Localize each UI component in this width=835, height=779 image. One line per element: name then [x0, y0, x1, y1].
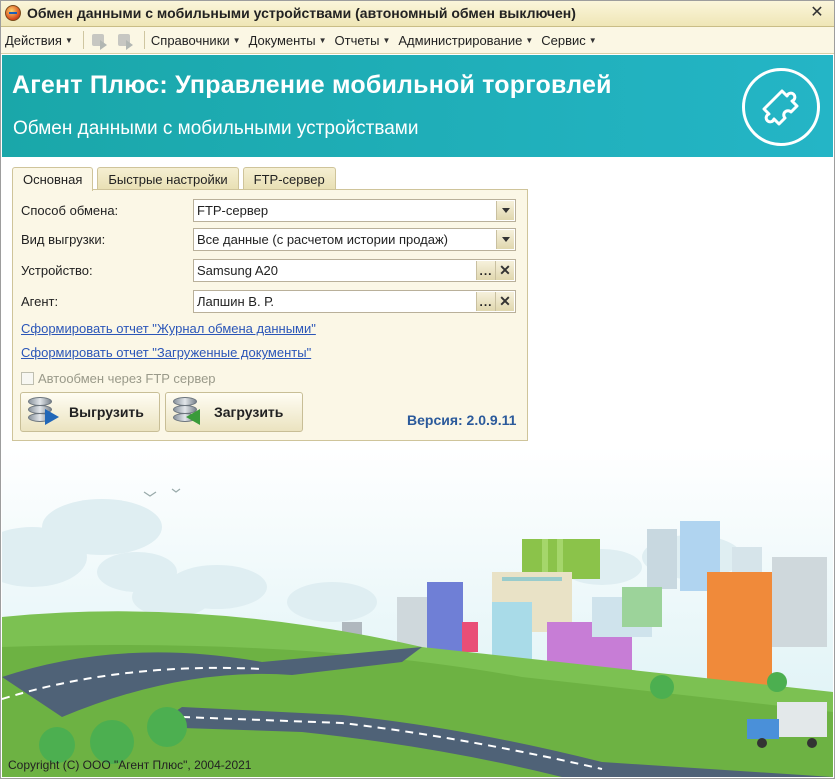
menu-service-label: Сервис: [541, 32, 586, 48]
caret-down-icon: ▼: [232, 35, 241, 45]
menu-documents[interactable]: Документы ▼: [249, 33, 327, 48]
agent-field[interactable]: Лапшин В. Р. ... ✕: [193, 290, 516, 313]
download-toolbar-icon[interactable]: [116, 31, 136, 50]
caret-down-icon: ▼: [382, 35, 391, 45]
loaded-docs-report-link[interactable]: Сформировать отчет "Загруженные документ…: [21, 345, 311, 360]
menu-actions-label: Действия: [5, 32, 62, 48]
menu-reports[interactable]: Отчеты ▼: [335, 33, 391, 48]
upload-toolbar-icon[interactable]: [90, 31, 110, 50]
database-download-icon: [170, 395, 208, 429]
exchange-method-label: Способ обмена:: [21, 203, 119, 218]
menu-actions[interactable]: Действия ▼: [5, 33, 73, 48]
export-button-label: Выгрузить: [69, 404, 144, 420]
select-ellipsis-icon[interactable]: ...: [476, 261, 495, 280]
menu-documents-label: Документы: [248, 32, 316, 48]
export-type-label: Вид выгрузки:: [21, 232, 106, 247]
export-button[interactable]: Выгрузить: [20, 392, 160, 432]
export-type-select[interactable]: Все данные (с расчетом истории продаж): [193, 228, 516, 251]
menu-bar: Действия ▼ Справочники ▼ Документы ▼ Отчеты…: [0, 27, 835, 54]
dropdown-arrow-icon[interactable]: [496, 201, 514, 220]
tab-main[interactable]: Основная: [12, 167, 94, 191]
close-icon[interactable]: ✕: [807, 3, 827, 23]
device-label: Устройство:: [21, 263, 93, 278]
device-value: Samsung A20: [197, 263, 278, 278]
puzzle-icon: [742, 68, 820, 146]
select-ellipsis-icon[interactable]: ...: [476, 292, 495, 311]
menu-separator: [82, 31, 84, 49]
clear-icon[interactable]: ✕: [495, 261, 514, 280]
menu-service[interactable]: Сервис ▼: [541, 33, 596, 48]
caret-down-icon: ▼: [64, 35, 73, 45]
auto-exchange-checkbox-row[interactable]: Автообмен через FTP сервер: [21, 371, 216, 386]
database-upload-icon: [25, 395, 63, 429]
exchange-method-row: Способ обмена: FTP-сервер: [21, 199, 516, 222]
device-field[interactable]: Samsung A20 ... ✕: [193, 259, 516, 282]
window-title: Обмен данными с мобильными устройствами …: [27, 5, 576, 21]
journal-report-link[interactable]: Сформировать отчет "Журнал обмена данным…: [21, 321, 316, 336]
title-bar: Обмен данными с мобильными устройствами …: [0, 0, 835, 27]
main-tab-panel: Способ обмена: FTP-сервер Вид выгрузки: …: [12, 189, 528, 441]
agent-row: Агент: Лапшин В. Р. ... ✕: [21, 290, 516, 313]
caret-down-icon: ▼: [525, 35, 534, 45]
import-button[interactable]: Загрузить: [165, 392, 303, 432]
menu-administration[interactable]: Администрирование ▼: [398, 33, 533, 48]
import-button-label: Загрузить: [214, 404, 284, 420]
menu-references-label: Справочники: [150, 32, 230, 48]
exchange-method-select[interactable]: FTP-сервер: [193, 199, 516, 222]
tab-strip: Основная Быстрые настройки FTP-сервер: [12, 167, 340, 191]
auto-exchange-checkbox[interactable]: [21, 372, 34, 385]
tab-ftp-server[interactable]: FTP-сервер: [242, 167, 336, 190]
copyright-text: Copyright (C) ООО "Агент Плюс", 2004-202…: [8, 758, 252, 772]
banner-title: Агент Плюс: Управление мобильной торговл…: [12, 71, 612, 99]
caret-down-icon: ▼: [318, 35, 327, 45]
menu-references[interactable]: Справочники ▼: [151, 33, 241, 48]
header-banner: Агент Плюс: Управление мобильной торговл…: [2, 55, 833, 157]
app-icon: [5, 5, 21, 21]
auto-exchange-label: Автообмен через FTP сервер: [38, 371, 216, 386]
menu-administration-label: Администрирование: [398, 32, 523, 48]
agent-value: Лапшин В. Р.: [197, 294, 275, 309]
export-type-value: Все данные (с расчетом истории продаж): [197, 232, 449, 247]
menu-reports-label: Отчеты: [334, 32, 380, 48]
export-type-row: Вид выгрузки: Все данные (с расчетом ист…: [21, 228, 516, 251]
tab-quick-settings[interactable]: Быстрые настройки: [97, 167, 239, 190]
caret-down-icon: ▼: [588, 35, 597, 45]
menu-separator: [143, 31, 145, 49]
device-row: Устройство: Samsung A20 ... ✕: [21, 259, 516, 282]
version-label: Версия: 2.0.9.11: [407, 412, 517, 428]
dropdown-arrow-icon[interactable]: [496, 230, 514, 249]
clear-icon[interactable]: ✕: [495, 292, 514, 311]
city-illustration: [2, 447, 833, 777]
exchange-method-value: FTP-сервер: [197, 203, 269, 218]
agent-label: Агент:: [21, 294, 59, 309]
banner-subtitle: Обмен данными с мобильными устройствами: [13, 118, 419, 139]
